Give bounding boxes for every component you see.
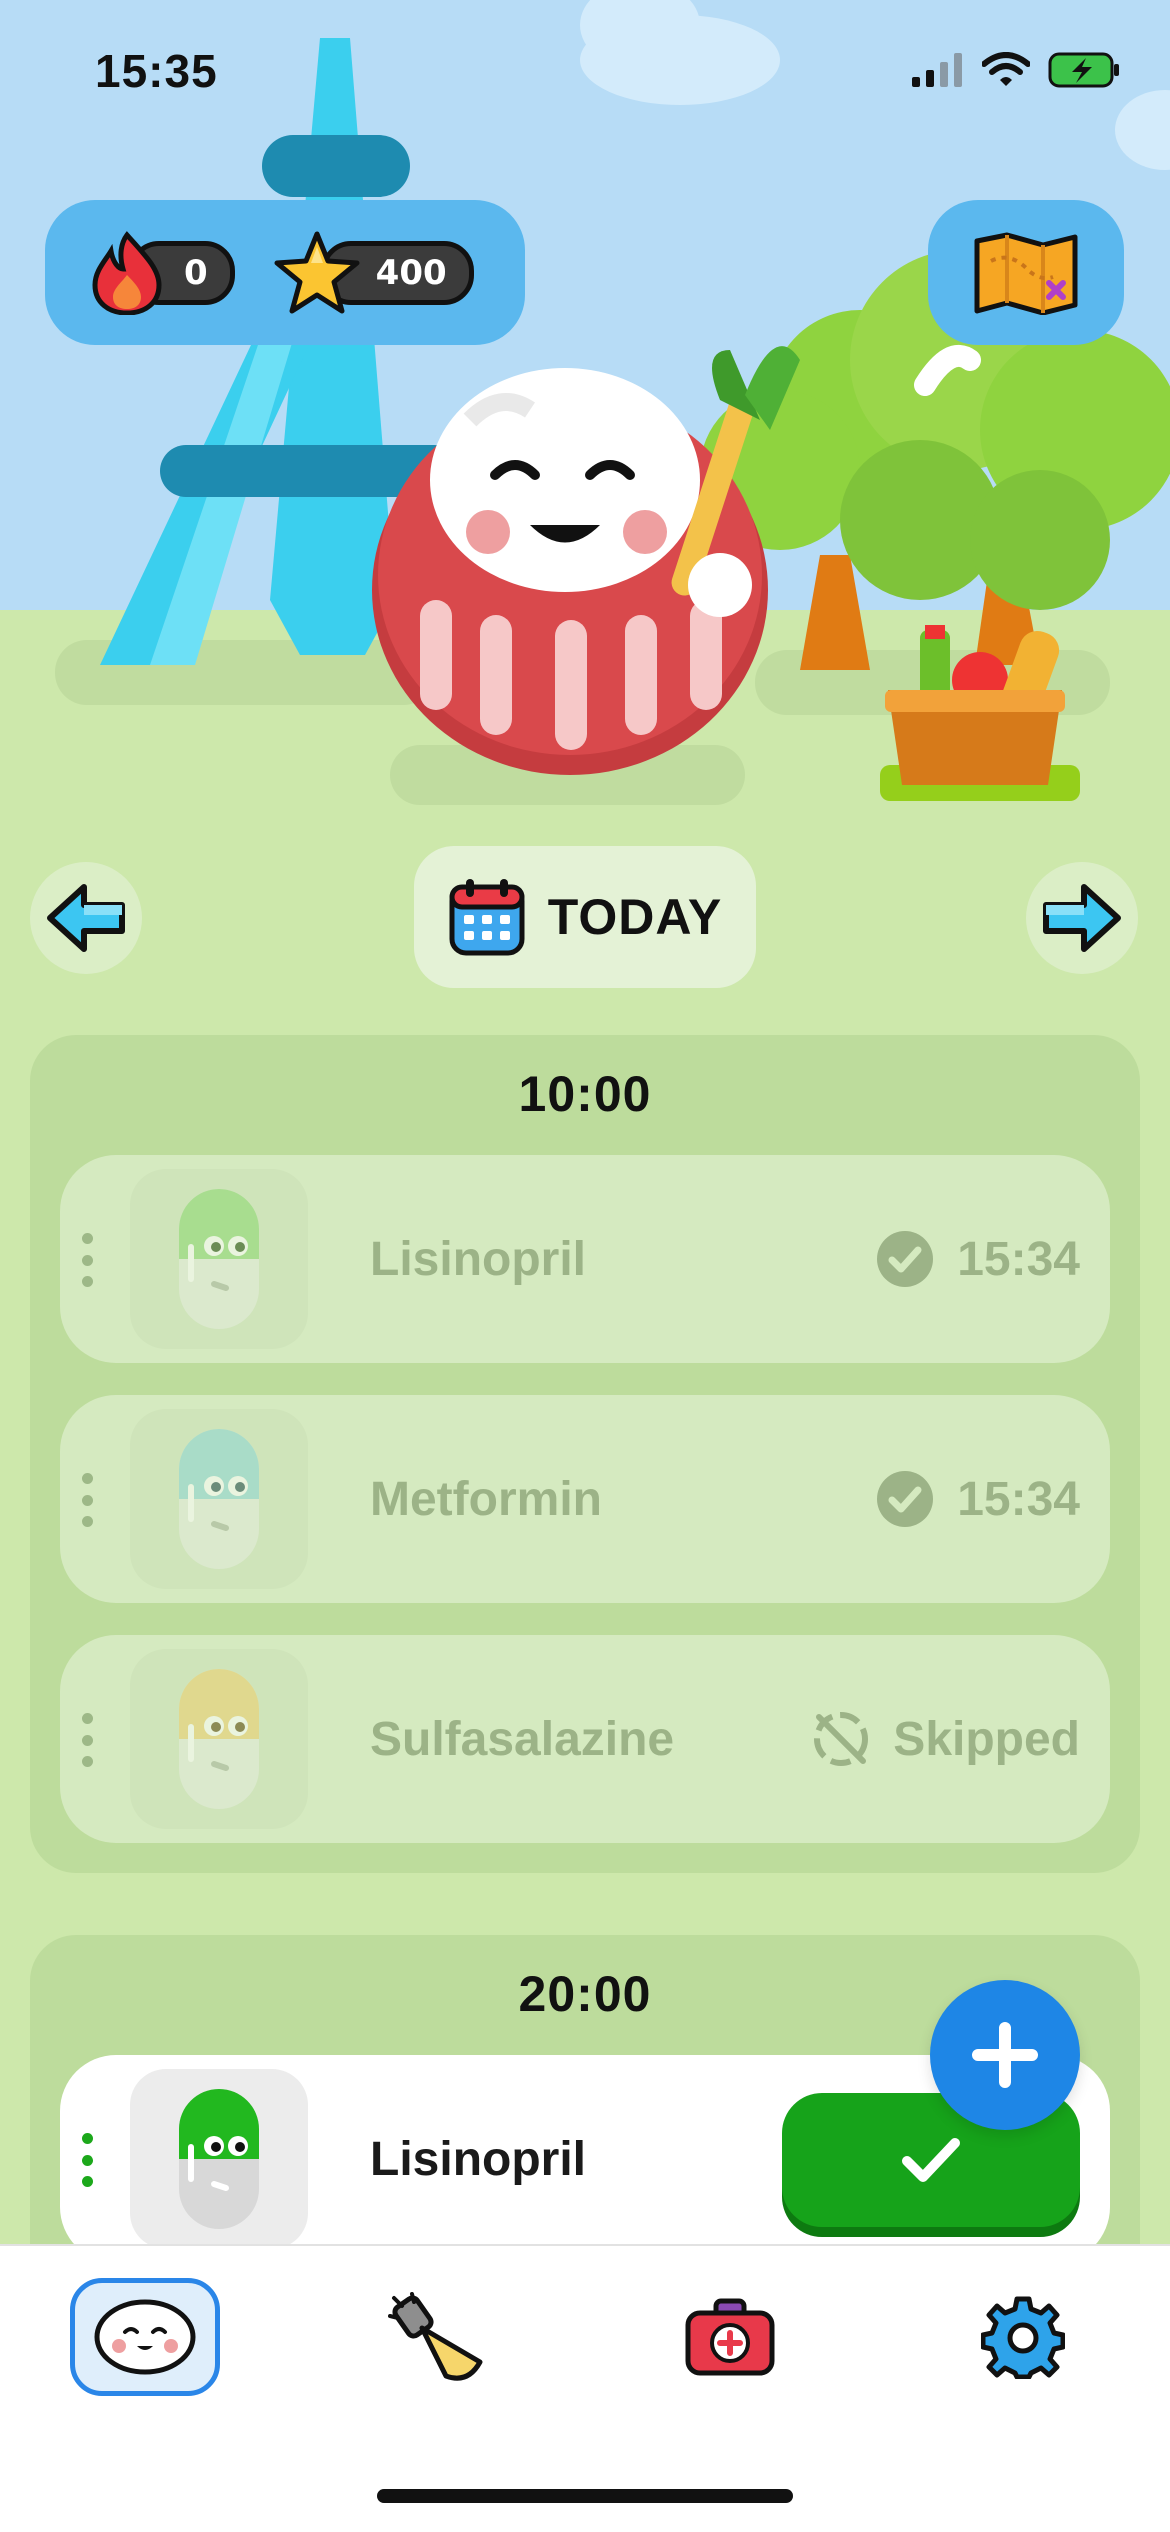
drag-handle-icon[interactable] [82,1473,94,1527]
drag-handle-icon[interactable] [82,1233,94,1287]
home-indicator [377,2489,793,2503]
pill-character-icon [179,1429,259,1569]
scene-illustration [0,0,1170,820]
status-bar-time: 15:35 [95,45,218,97]
taken-time: 15:34 [957,1472,1080,1526]
medication-card[interactable]: Lisinopril 15:34 [60,1155,1110,1363]
map-button[interactable] [928,200,1124,345]
flashlight-icon [388,2292,483,2381]
skipped-icon [814,1712,869,1766]
checkmark-icon [902,2138,960,2182]
tab-settings[interactable] [948,2278,1098,2396]
medication-name: Lisinopril [370,1232,586,1286]
battery-charging-icon [1048,52,1119,88]
arrow-left-icon [47,884,125,952]
pill-character-icon [179,1189,259,1329]
medication-name: Sulfasalazine [370,1712,675,1766]
medication-name: Lisinopril [370,2132,586,2186]
medication-card[interactable]: Metformin 15:34 [60,1395,1110,1603]
stats-pill[interactable]: 0 400 [45,200,525,345]
calendar-icon [449,879,525,956]
pill-avatar [130,1649,308,1829]
cellular-signal-icon [912,53,962,87]
pill-avatar [130,2069,308,2249]
taken-status: 15:34 [875,1395,1080,1603]
arrow-right-icon [1043,884,1121,952]
medication-name: Metformin [370,1472,602,1526]
skipped-status: Skipped [811,1635,1080,1843]
today-label: TODAY [547,889,723,945]
drag-handle-icon[interactable] [82,1713,94,1767]
checkmark-circle-icon [877,1471,934,1527]
pill-avatar [130,1409,308,1589]
pill-character-icon [179,2089,259,2229]
add-medication-button[interactable] [930,1980,1080,2130]
gear-icon [981,2296,1065,2379]
pill-character-icon [179,1669,259,1809]
wifi-icon [982,52,1030,86]
checkmark-circle-icon [877,1231,934,1287]
tab-tips[interactable] [363,2278,513,2396]
drag-handle-icon[interactable] [82,2133,94,2187]
flame-icon [92,230,162,315]
medication-card[interactable]: Sulfasalazine Skipped [60,1635,1110,1843]
treasure-map-icon [974,232,1078,315]
daruma-face-icon [94,2299,196,2375]
plus-icon [972,2022,1038,2088]
status-bar-icons [912,52,1120,88]
previous-day-button[interactable] [30,862,142,974]
tab-home[interactable] [70,2278,220,2396]
star-icon [274,231,360,313]
taken-time: 15:34 [957,1232,1080,1286]
pill-avatar [130,1169,308,1349]
taken-status: 15:34 [875,1155,1080,1363]
skipped-label: Skipped [893,1712,1080,1766]
streak-counter[interactable]: 0 [85,230,235,315]
schedule-section-morning: 10:00 Lisinopril 15:34 Metformin 15:34 S… [30,1035,1140,1873]
tab-medications[interactable] [655,2278,805,2396]
first-aid-kit-icon [685,2298,775,2376]
today-date-button[interactable]: TODAY [414,846,756,988]
section-time-label: 10:00 [518,1066,652,1122]
next-day-button[interactable] [1026,862,1138,974]
stars-counter[interactable]: 400 [273,231,474,313]
